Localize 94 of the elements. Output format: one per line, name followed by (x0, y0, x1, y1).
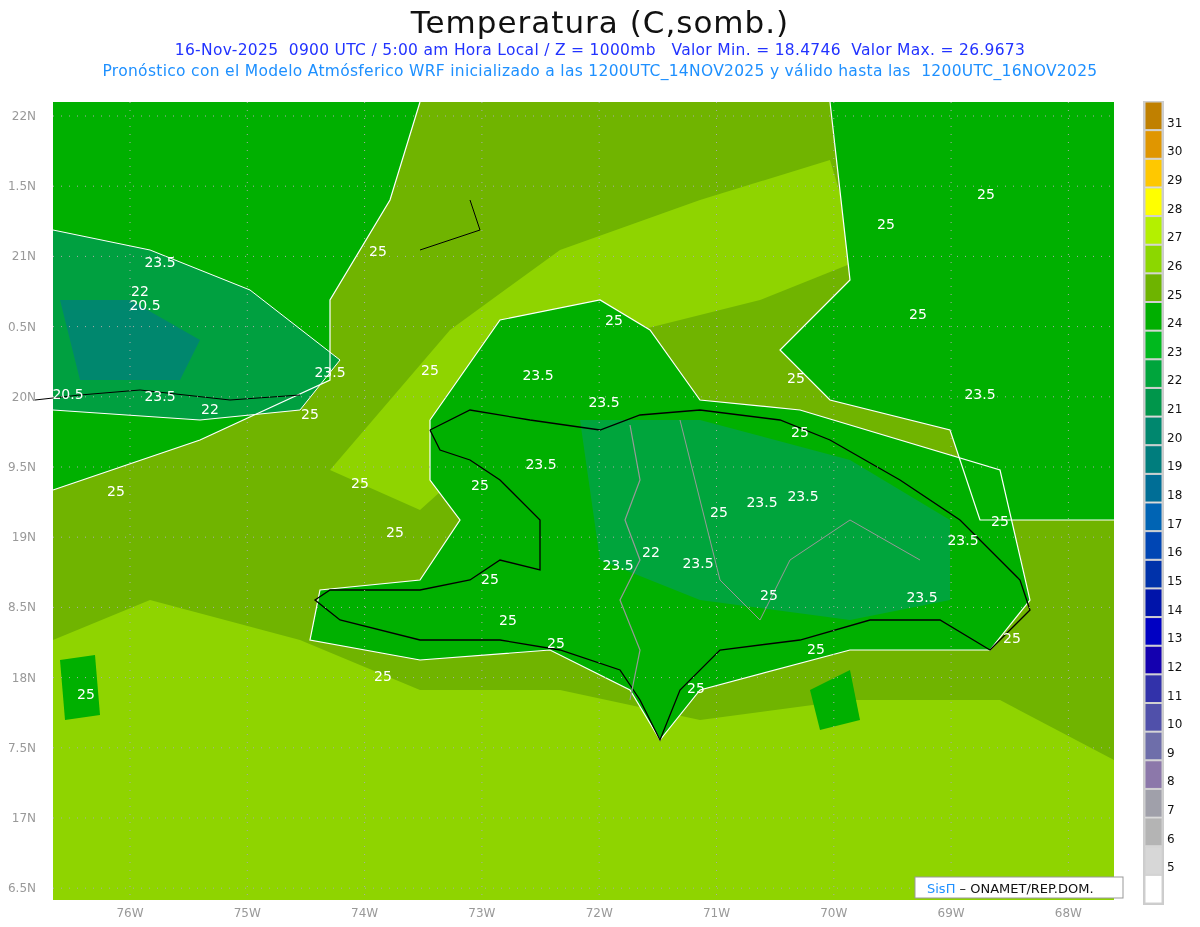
contour-label: 25 (977, 186, 995, 202)
colorbar-label: 8 (1167, 774, 1175, 789)
map-title: Temperatura (C,somb.) (410, 4, 790, 40)
contour-label: 25 (877, 216, 895, 232)
longitude-label: 69W (937, 906, 965, 920)
contour-label: 23.5 (787, 488, 819, 504)
contour-label: 25 (471, 477, 489, 493)
contour-label: 25 (386, 524, 404, 540)
latitude-label: 7.5N (7, 740, 36, 755)
contour-label: 23.5 (964, 386, 996, 402)
colorbar-label: 25 (1167, 287, 1183, 302)
colorbar-label: 5 (1167, 860, 1175, 875)
contour-label: 25 (787, 370, 805, 386)
colorbar-label: 29 (1167, 172, 1183, 187)
contour-label: 22 (131, 283, 149, 299)
longitude-label: 72W (585, 906, 613, 920)
colorbar-label: 20 (1167, 430, 1183, 445)
latitude-label: 6.5N (7, 881, 36, 896)
contour-label: 23.5 (588, 394, 620, 410)
latitude-label: 20N (11, 389, 36, 404)
contour-label: 25 (991, 513, 1009, 529)
colorbar-label: 6 (1167, 831, 1175, 846)
latitude-label: 22N (11, 109, 36, 123)
latitude-label: 18N (11, 670, 36, 685)
contour-label: 23.5 (144, 388, 176, 404)
colorbar-label: 24 (1167, 316, 1183, 331)
longitude-label: 68W (1054, 906, 1082, 920)
contour-label: 25 (499, 612, 517, 628)
contour-label: 25 (481, 571, 499, 587)
contour-label: 25 (687, 680, 705, 696)
contour-label: 25 (605, 312, 623, 328)
contour-label: 25 (351, 475, 369, 491)
colorbar-label: 26 (1167, 258, 1183, 273)
colorbar-label: 7 (1167, 803, 1175, 818)
colorbar-label: 9 (1167, 745, 1175, 760)
contour-label: 25 (807, 641, 825, 657)
latitude-label: 21N (11, 249, 36, 264)
contour-label: 25 (909, 306, 927, 322)
contour-label: 25 (107, 483, 125, 499)
contour-label: 23.5 (947, 532, 979, 548)
contour-label: 23.5 (525, 456, 557, 472)
contour-label: 23.5 (522, 367, 554, 383)
latitude-label: 8.5N (7, 600, 36, 615)
colorbar-label: 22 (1167, 373, 1183, 388)
contour-label: 23.5 (314, 364, 346, 380)
contour-label: 25 (77, 686, 95, 702)
contour-label: 23.5 (144, 254, 176, 270)
contour-label: 25 (791, 424, 809, 440)
contour-label: 23.5 (746, 494, 778, 510)
contour-label: 23.5 (602, 557, 634, 573)
colorbar-label: 16 (1167, 545, 1183, 560)
latitude-label: 19N (11, 530, 36, 545)
colorbar-label: 11 (1167, 688, 1183, 703)
colorbar-label: 28 (1167, 201, 1183, 216)
longitude-label: 71W (702, 906, 731, 920)
colorbar-label: 10 (1167, 717, 1183, 732)
latitude-label: 0.5N (7, 319, 36, 334)
latitude-label: 1.5N (7, 179, 36, 194)
colorbar-label: 15 (1167, 573, 1183, 588)
contour-label: 25 (369, 243, 387, 259)
colorbar-label: 19 (1167, 459, 1183, 474)
contour-label: 23.5 (682, 555, 714, 571)
contour-label: 25 (374, 668, 392, 684)
colorbar-label: 30 (1167, 144, 1183, 159)
forecast-info: 16-Nov-2025 0900 UTC / 5:00 am Hora Local / Z = 1000mb Valor Min. = 18.4746 Valor Max. = 26.9673 (174, 40, 1026, 61)
contour-label: 22 (642, 544, 660, 560)
colorbar-label: 17 (1167, 516, 1183, 531)
contour-label: 25 (301, 406, 319, 422)
colorbar-label: 12 (1167, 659, 1183, 674)
contour-label: 20.5 (52, 386, 84, 402)
colorbar-label: 18 (1167, 488, 1183, 502)
colorbar-label: 31 (1167, 115, 1183, 130)
model-caption: Pronóstico con el Modelo Atmósferico WRF inicializado a las 1200UTC_14NOV2025 y válido hasta las 1200UTC_16NOV2025 (102, 61, 1098, 82)
longitude-label: 74W (351, 906, 379, 920)
longitude-label: 73W (468, 906, 496, 920)
colorbar-label: 21 (1167, 402, 1183, 417)
colorbar-label: 27 (1167, 230, 1183, 245)
contour-label: 25 (421, 362, 439, 378)
credit-box: SisΠ – ONAMET/REP.DOM. (914, 876, 1124, 899)
latitude-label: 17N (11, 811, 36, 825)
colorbar-label: 23 (1167, 344, 1183, 359)
contour-label: 25 (760, 587, 778, 603)
longitude-label: 75W (233, 906, 261, 920)
colorbar-label: 14 (1167, 602, 1183, 617)
contour-label: 22 (201, 401, 219, 417)
longitude-label: 70W (820, 906, 848, 920)
contour-label: 23.5 (906, 589, 938, 605)
latitude-label: 9.5N (7, 460, 36, 474)
contour-label: 20.5 (129, 297, 161, 313)
contour-label: 25 (710, 504, 728, 520)
contour-label: 25 (547, 635, 565, 651)
colorbar-label: 13 (1167, 631, 1183, 646)
contour-label: 25 (1003, 630, 1021, 646)
longitude-label: 76W (116, 906, 144, 920)
